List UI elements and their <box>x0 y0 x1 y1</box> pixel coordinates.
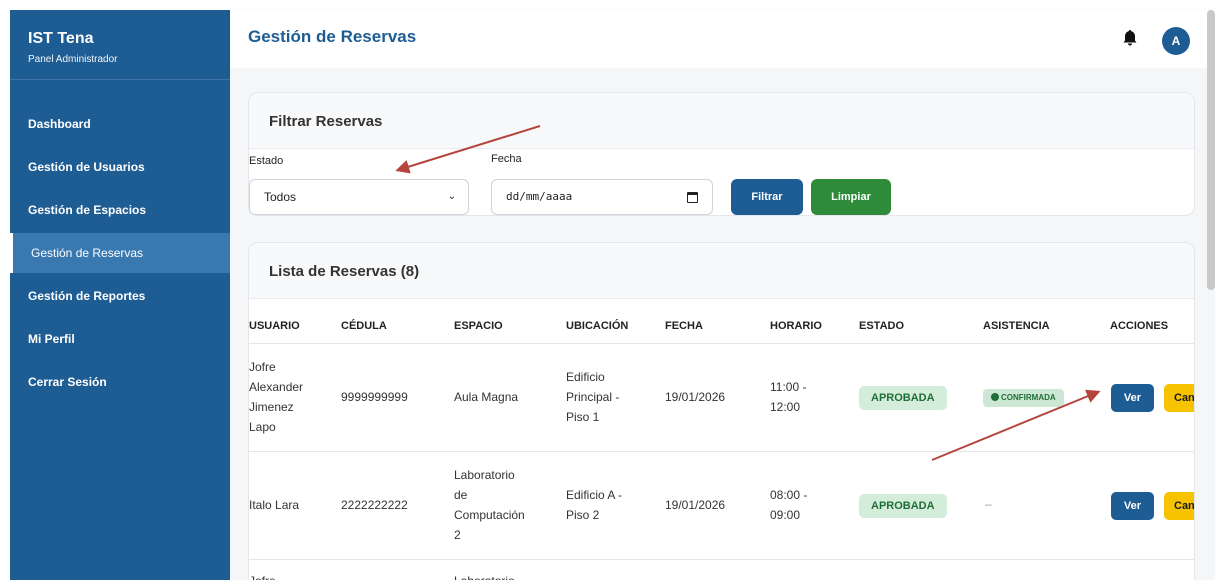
filter-card: Filtrar Reservas Estado Fecha Todos ⌄ dd… <box>248 92 1195 216</box>
check-circle-icon <box>991 392 999 401</box>
row-divider <box>249 559 1194 560</box>
cancelar-button[interactable]: Can <box>1164 492 1194 520</box>
calendar-icon[interactable] <box>687 192 698 203</box>
asistencia-text: CONFIRMADA <box>1001 393 1056 402</box>
cell-line: 09:00 <box>770 508 801 522</box>
filter-card-header: Filtrar Reservas <box>249 93 1194 149</box>
sidebar-nav: Dashboard Gestión de Usuarios Gestión de… <box>10 104 230 402</box>
cell-line: 11:00 - <box>770 380 807 394</box>
cell-line: Piso 1 <box>566 410 600 424</box>
sidebar-item-espacios[interactable]: Gestión de Espacios <box>10 190 230 230</box>
cell-espacio: Aula Magna <box>454 390 519 404</box>
cell-line: Principal - <box>566 390 620 404</box>
avatar[interactable]: A <box>1162 27 1190 55</box>
main-content: Filtrar Reservas Estado Fecha Todos ⌄ dd… <box>230 68 1215 580</box>
cell-espacio: Laboratorio <box>454 571 515 580</box>
estado-select-value: Todos <box>264 190 297 204</box>
cell-cedula: 9999999999 <box>341 390 408 404</box>
cell-fecha: 19/01/2026 <box>665 498 726 512</box>
fecha-label: Fecha <box>491 153 522 165</box>
cell-line: Computación <box>454 508 525 522</box>
col-header-espacio: ESPACIO <box>454 320 503 332</box>
cell-fecha: 19/01/2026 <box>665 390 726 404</box>
cell-line: Piso 2 <box>566 508 600 522</box>
sidebar-item-usuarios[interactable]: Gestión de Usuarios <box>10 147 230 187</box>
col-header-usuario: USUARIO <box>249 320 300 332</box>
cell-line: 08:00 - <box>770 488 808 502</box>
cell-horario: 08:00 - 09:00 <box>770 485 807 525</box>
sidebar-item-dashboard[interactable]: Dashboard <box>10 104 230 144</box>
brand-title: IST Tena <box>28 30 94 47</box>
fecha-input[interactable]: dd/mm/aaaa <box>491 179 713 215</box>
cell-line: Jofre <box>249 360 276 374</box>
cell-horario: 11:00 - 12:00 <box>770 377 806 417</box>
col-header-fecha: FECHA <box>665 320 703 332</box>
row-divider <box>249 451 1194 452</box>
status-badge: APROBADA <box>859 494 947 518</box>
cell-line: Laboratorio <box>454 468 515 482</box>
sidebar: IST Tena Panel Administrador Dashboard G… <box>10 10 230 580</box>
cell-line: Lapo <box>249 420 276 434</box>
cell-ubicacion: Edificio Principal - Piso 1 <box>566 367 619 427</box>
filter-title: Filtrar Reservas <box>269 113 383 130</box>
ver-button[interactable]: Ver <box>1111 384 1154 412</box>
brand-subtitle: Panel Administrador <box>28 54 118 65</box>
ver-button[interactable]: Ver <box>1111 492 1154 520</box>
list-title: Lista de Reservas (8) <box>269 263 420 280</box>
list-card-header: Lista de Reservas (8) <box>249 243 1194 299</box>
reservas-list-card: Lista de Reservas (8) USUARIO CÉDULA ESP… <box>248 242 1195 580</box>
cell-line: de <box>454 488 468 502</box>
page-scrollbar[interactable] <box>1207 10 1215 290</box>
col-header-horario: HORARIO <box>770 320 822 332</box>
filtrar-button[interactable]: Filtrar <box>731 179 803 215</box>
brand: IST Tena Panel Administrador <box>10 10 230 80</box>
page-title: Gestión de Reservas <box>248 27 417 46</box>
cell-line: 2 <box>454 528 461 542</box>
cell-espacio: Laboratorio de Computación 2 <box>454 465 525 545</box>
col-header-estado: ESTADO <box>859 320 905 332</box>
cell-line: Edificio A - <box>566 488 623 502</box>
sidebar-item-reportes[interactable]: Gestión de Reportes <box>10 276 230 316</box>
cell-usuario: Italo Lara <box>249 498 300 512</box>
status-badge: APROBADA <box>859 386 947 410</box>
cell-ubicacion: Edificio A - Piso 2 <box>566 485 622 525</box>
cell-line: Jimenez <box>249 400 294 414</box>
cell-usuario: Jofre <box>249 571 276 580</box>
asistencia-empty: – <box>985 497 992 511</box>
limpiar-button[interactable]: Limpiar <box>811 179 891 215</box>
header-divider <box>249 343 1194 344</box>
sidebar-item-cerrar-sesion[interactable]: Cerrar Sesión <box>10 362 230 402</box>
cell-line: 12:00 <box>770 400 801 414</box>
cell-line: Edificio <box>566 370 605 384</box>
bell-icon[interactable] <box>1120 28 1140 48</box>
asistencia-badge: CONFIRMADA <box>983 389 1064 407</box>
app-window: IST Tena Panel Administrador Dashboard G… <box>0 0 1215 580</box>
col-header-asistencia: ASISTENCIA <box>983 320 1050 332</box>
cell-usuario: Jofre Alexander Jimenez Lapo <box>249 357 303 437</box>
col-header-acciones: ACCIONES <box>1110 320 1169 332</box>
estado-label: Estado <box>249 155 284 167</box>
col-header-cedula: CÉDULA <box>341 320 387 332</box>
estado-select[interactable]: Todos ⌄ <box>249 179 469 215</box>
cell-line: Alexander <box>249 380 304 394</box>
cancelar-button[interactable]: Can <box>1164 384 1194 412</box>
sidebar-item-perfil[interactable]: Mi Perfil <box>10 319 230 359</box>
chevron-down-icon: ⌄ <box>447 191 456 202</box>
cell-cedula: 2222222222 <box>341 498 408 512</box>
fecha-placeholder: dd/mm/aaaa <box>506 190 573 203</box>
sidebar-item-reservas[interactable]: Gestión de Reservas <box>10 233 230 273</box>
topbar: Gestión de Reservas A <box>230 10 1215 68</box>
col-header-ubicacion: UBICACIÓN <box>566 320 629 332</box>
